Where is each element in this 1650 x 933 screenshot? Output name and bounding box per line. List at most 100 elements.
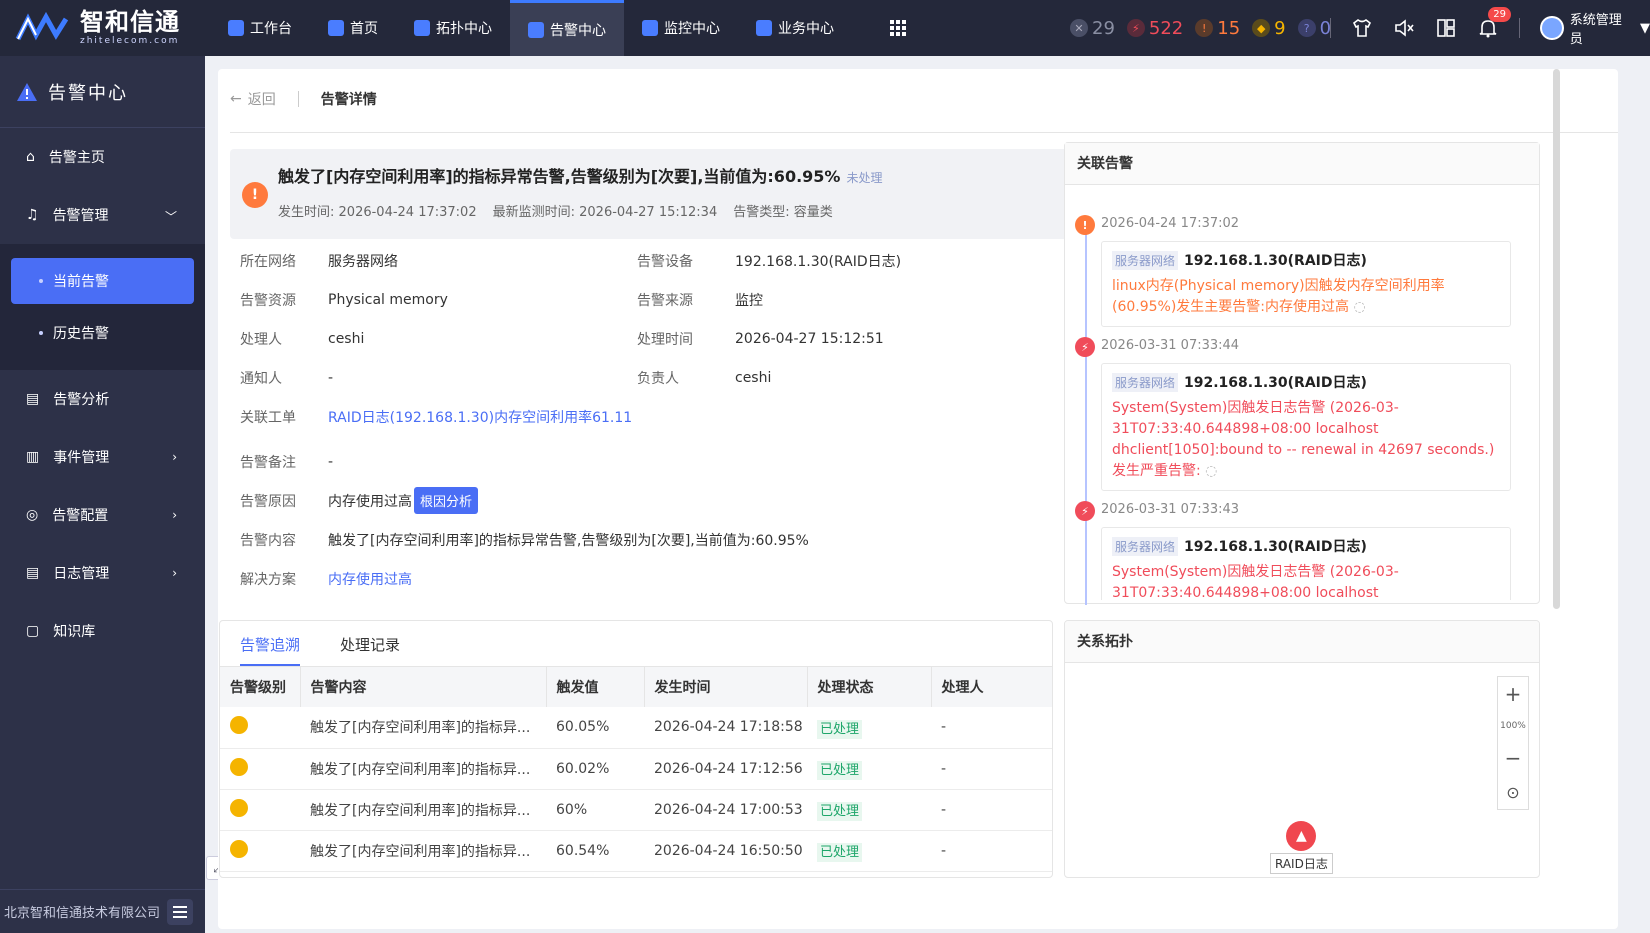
table-row[interactable]: 触发了[内存空间利用率]的指标异... 60% 2026-04-24 17:00…: [220, 789, 1052, 831]
nav-home[interactable]: 首页: [310, 0, 396, 56]
arrow-left-icon: ←: [230, 91, 242, 107]
network-tag: 服务器网络: [1112, 536, 1179, 556]
zoom-out-button[interactable]: −: [1497, 741, 1529, 775]
collapse-menu-button[interactable]: [167, 898, 193, 925]
device-name: 192.168.1.30(RAID日志): [1184, 253, 1367, 269]
handler-value: ceshi: [328, 330, 365, 347]
sidebar-item-alert-config[interactable]: ◎ 告警配置 ›: [0, 486, 205, 544]
home-icon: [228, 20, 244, 36]
zoom-controls: + 100% − ⊙: [1497, 676, 1529, 810]
root-cause-button[interactable]: 根因分析: [414, 487, 479, 514]
mute-button[interactable]: [1393, 17, 1415, 39]
column-header: 触发值: [546, 667, 645, 707]
nav-topology[interactable]: 拓扑中心: [396, 0, 510, 56]
source-value: 监控: [735, 292, 763, 309]
stat-value: 9: [1274, 17, 1286, 39]
sidebar-title-text: 告警中心: [48, 82, 128, 104]
back-button[interactable]: ← 返回: [230, 89, 276, 109]
column-header: 发生时间: [644, 667, 808, 707]
skin-button[interactable]: [1351, 17, 1373, 39]
timeline-card: 服务器网络 192.168.1.30(RAID日志) System(System)…: [1101, 363, 1511, 491]
trace-table: 告警级别 告警内容 触发值 发生时间 处理状态 处理人 触发了[内存空间利用率]…: [220, 667, 1052, 872]
comment-icon[interactable]: ◌: [1353, 299, 1365, 315]
nav-workbench[interactable]: 工作台: [210, 0, 310, 56]
timeline-message: linux内存(Physical memory)因触发内存空间利用率 (60.9…: [1112, 278, 1445, 315]
bell-icon: ♫: [26, 207, 39, 223]
zoom-in-button[interactable]: +: [1497, 677, 1529, 711]
notify-value: -: [328, 369, 334, 386]
stat-unknown[interactable]: ? 0: [1297, 18, 1331, 39]
row-handler: -: [931, 707, 1052, 749]
sidebar-item-label: 告警分析: [53, 392, 110, 408]
related-alerts-panel: 关联告警 ! 2026-04-24 17:37:02 服务器网络 192.168.…: [1064, 142, 1540, 605]
sidebar-item-history-alerts[interactable]: 历史告警: [11, 310, 194, 356]
nav-business[interactable]: 业务中心: [738, 0, 852, 56]
row-time: 2026-04-24 17:18:58: [644, 707, 807, 749]
occur-label: 发生时间:: [278, 205, 335, 220]
timeline-item[interactable]: ! 2026-04-24 17:37:02 服务器网络 192.168.1.30(…: [1075, 215, 1525, 327]
sidebar-item-alert-home[interactable]: ⌂ 告警主页: [0, 128, 205, 186]
notification-button[interactable]: 29: [1477, 7, 1511, 39]
nav-alert-center[interactable]: 告警中心: [510, 0, 624, 56]
home-icon: [328, 20, 344, 36]
row-content: 触发了[内存空间利用率]的指标异...: [300, 789, 546, 831]
status-badge: 已处理: [817, 802, 863, 821]
sidebar-item-alert-analysis[interactable]: ▤ 告警分析: [0, 370, 205, 428]
alert-icon: [528, 21, 544, 38]
sidebar-item-label: 当前告警: [53, 274, 109, 290]
timeline-item[interactable]: ⚡ 2026-03-31 07:33:44 服务器网络 192.168.1.30(…: [1075, 337, 1525, 491]
table-row[interactable]: 触发了[内存空间利用率]的指标异... 60.54% 2026-04-24 16…: [220, 830, 1052, 872]
timeline-item[interactable]: ⚡ 2026-03-31 07:33:43 服务器网络 192.168.1.30(…: [1075, 501, 1525, 600]
nav-monitor[interactable]: 监控中心: [624, 0, 738, 56]
stat-minor[interactable]: ◆ 9: [1252, 17, 1286, 39]
topology-icon: [414, 20, 430, 36]
sidebar-item-current-alerts[interactable]: 当前告警: [11, 258, 194, 304]
stat-critical[interactable]: ⚡ 522: [1126, 18, 1183, 39]
main-nav: 工作台 首页 拓扑中心 告警中心 监控中心 业务中心: [210, 0, 944, 56]
timeline-card: 服务器网络 192.168.1.30(RAID日志) linux内存(Physic…: [1101, 241, 1511, 327]
top-bar: 智和信通 zhitelecom.com 工作台 首页 拓扑中心 告警中心 监控中…: [0, 0, 1650, 56]
panel-title: 关联告警: [1065, 143, 1539, 185]
network-value: 服务器网络: [328, 253, 398, 270]
notification-badge: 29: [1488, 7, 1511, 22]
user-menu[interactable]: 系统管理员 ▼: [1539, 9, 1650, 47]
timeline-time: 2026-03-31 07:33:43: [1101, 502, 1240, 517]
fit-icon: ⊙: [1506, 782, 1520, 802]
field-label: 通知人: [240, 370, 282, 387]
table-row[interactable]: 触发了[内存空间利用率]的指标异... 60.02% 2026-04-24 17…: [220, 748, 1052, 790]
sidebar-item-knowledge-base[interactable]: ▢ 知识库: [0, 602, 205, 660]
minor-level-icon: [230, 716, 248, 735]
fit-view-button[interactable]: ⊙: [1497, 775, 1529, 809]
table-row[interactable]: 触发了[内存空间利用率]的指标异... 60.05% 2026-04-24 17…: [220, 707, 1052, 749]
stat-value: 15: [1217, 17, 1241, 39]
field-label: 告警原因: [240, 493, 296, 510]
type-label: 告警类型:: [733, 205, 790, 220]
timeline-time: 2026-03-31 07:33:44: [1101, 338, 1240, 353]
tab-alert-trace[interactable]: 告警追溯: [240, 624, 301, 666]
layout-button[interactable]: [1435, 17, 1457, 39]
topology-node[interactable]: ▲ RAID日志: [1270, 821, 1333, 874]
stat-cleared[interactable]: ✕ 29: [1070, 18, 1115, 39]
business-icon: [756, 20, 772, 36]
tab-handle-records[interactable]: 处理记录: [340, 624, 400, 666]
stat-major[interactable]: ! 15: [1195, 18, 1240, 39]
solution-link[interactable]: 内存使用过高: [328, 569, 412, 589]
logo[interactable]: 智和信通 zhitelecom.com: [0, 0, 210, 56]
status-badge: 已处理: [817, 843, 863, 862]
row-value: 60.02%: [546, 748, 644, 790]
device-name: 192.168.1.30(RAID日志): [1184, 539, 1367, 555]
sidebar-item-alert-management[interactable]: ♫ 告警管理 ﹀: [0, 186, 205, 244]
chevron-right-icon: ›: [172, 566, 177, 580]
sidebar-item-label: 历史告警: [53, 326, 109, 342]
page-scrollbar[interactable]: [1553, 69, 1560, 609]
sidebar: 告警中心 ⌂ 告警主页 ♫ 告警管理 ﹀ 当前告警 历史告警 ▤ 告警分析 ▥ 事件管理…: [0, 56, 205, 933]
comment-icon[interactable]: ◌: [1205, 463, 1217, 479]
sidebar-item-log-management[interactable]: ▤ 日志管理 ›: [0, 544, 205, 602]
apps-grid-button[interactable]: [852, 0, 944, 56]
field-label: 处理人: [240, 331, 282, 348]
alert-meta: 发生时间: 2026-04-24 17:37:02 最新监测时间: 2026-0…: [278, 201, 833, 220]
sidebar-item-event-management[interactable]: ▥ 事件管理 ›: [0, 428, 205, 486]
alert-details: 所在网络 服务器网络 告警设备 192.168.1.30(RAID日志) 告警资源 Ph…: [230, 241, 1110, 598]
ticket-link[interactable]: RAID日志(192.168.1.30)内存空间利用率61.11: [328, 407, 632, 427]
linux-icon: ▲: [1286, 821, 1317, 851]
